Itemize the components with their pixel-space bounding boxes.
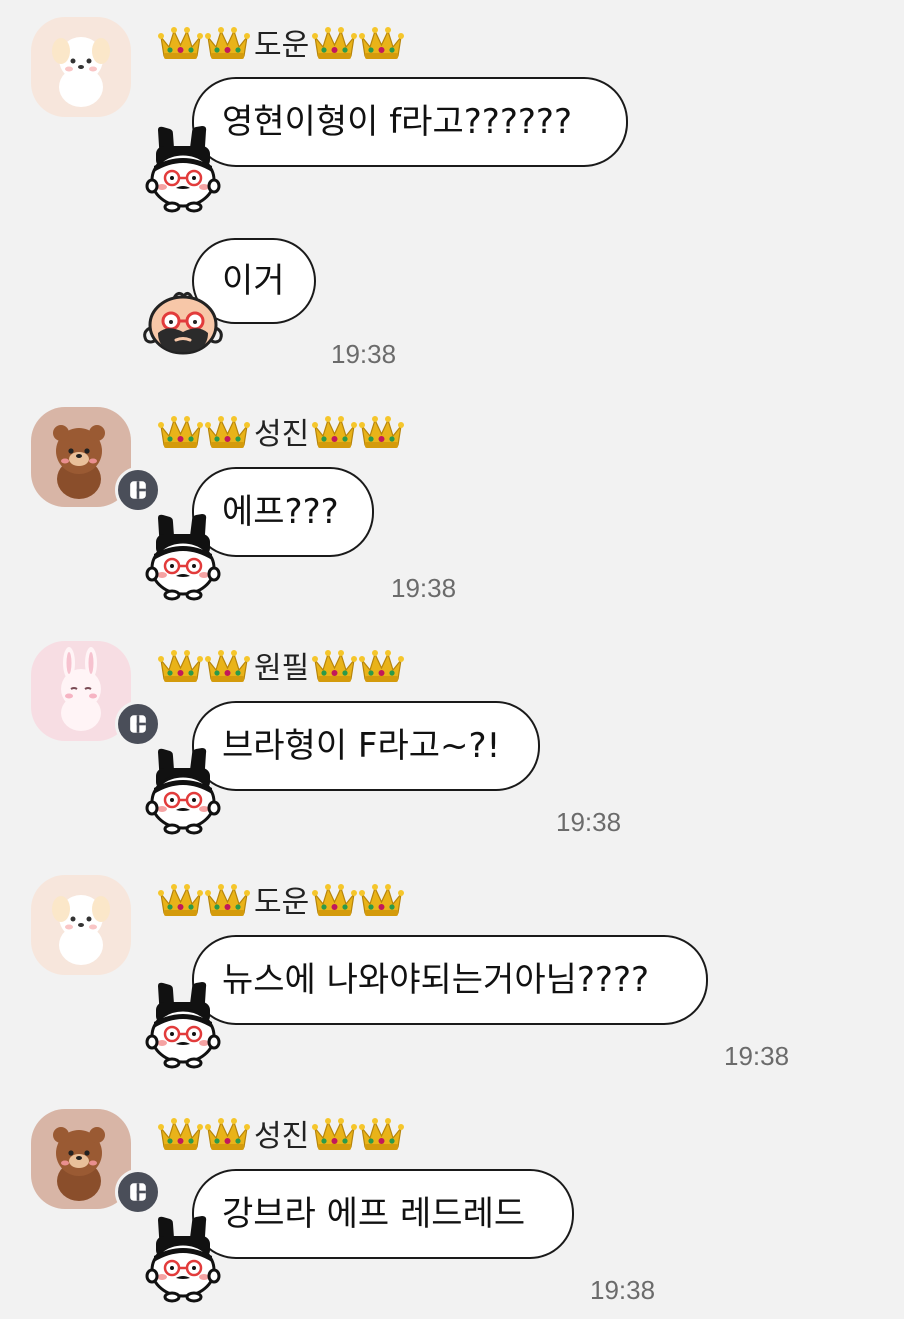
crown-icon xyxy=(359,1114,404,1152)
crown-icon xyxy=(205,1114,250,1152)
crown-icon xyxy=(158,23,203,61)
sender-name-row: 원필 xyxy=(158,643,406,687)
crown-icon xyxy=(312,880,357,918)
sender-name-row: 도운 xyxy=(158,20,406,64)
sender-name: 성진 xyxy=(254,417,310,452)
sender-name-row: 성진 xyxy=(158,409,406,453)
crown-icon xyxy=(205,646,250,684)
crown-icon xyxy=(158,412,203,450)
crown-icon xyxy=(312,23,357,61)
message-timestamp: 19:38 xyxy=(556,807,622,837)
sender-name: 원필 xyxy=(254,651,310,686)
crown-icon xyxy=(158,646,203,684)
message-text: 강브라 에프 레드레드 xyxy=(222,1194,526,1234)
profile-badge xyxy=(115,701,161,747)
message-text: 이거 xyxy=(222,261,285,301)
message-bubble[interactable]: 강브라 에프 레드레드 xyxy=(192,1169,574,1259)
sender-avatar-brown-bear[interactable] xyxy=(31,407,161,513)
crown-icon xyxy=(158,880,203,918)
message-text: 에프??? xyxy=(222,492,339,532)
sender-avatar-pink-bunny[interactable] xyxy=(31,641,161,747)
sender-avatar-white-puppy[interactable] xyxy=(31,875,131,975)
sender-name: 도운 xyxy=(254,885,310,920)
crown-icon xyxy=(205,880,250,918)
crown-icon xyxy=(312,646,357,684)
crown-icon xyxy=(359,880,404,918)
bunny-mascot-sticker xyxy=(138,1214,228,1304)
message-bubble[interactable]: 브라형이 F라고~?! xyxy=(192,701,540,791)
crown-icon xyxy=(359,646,404,684)
sender-name: 도운 xyxy=(254,28,310,63)
crown-icon xyxy=(359,412,404,450)
white-puppy-avatar xyxy=(31,875,131,975)
message-text: 영현이형이 f라고?????? xyxy=(222,102,573,142)
bunny-mascot-sticker xyxy=(138,512,228,602)
bunny-mascot-sticker xyxy=(138,980,228,1070)
crown-icon xyxy=(205,23,250,61)
message-text: 뉴스에 나와야되는거아님???? xyxy=(222,960,650,1000)
badge-icon xyxy=(118,1172,158,1212)
crown-icon xyxy=(158,1114,203,1152)
message-timestamp: 19:38 xyxy=(724,1041,790,1071)
white-puppy-avatar xyxy=(31,17,131,117)
sender-name: 성진 xyxy=(254,1119,310,1154)
crown-icon xyxy=(205,412,250,450)
message-bubble[interactable]: 영현이형이 f라고?????? xyxy=(192,77,628,167)
message-bubble[interactable]: 뉴스에 나와야되는거아님???? xyxy=(192,935,708,1025)
message-text: 브라형이 F라고~?! xyxy=(222,726,501,766)
sender-name-row: 도운 xyxy=(158,877,406,921)
bunny-mascot-sticker xyxy=(138,124,228,214)
message-timestamp: 19:38 xyxy=(391,573,457,603)
mustache-face-sticker xyxy=(138,288,228,358)
crown-icon xyxy=(312,412,357,450)
message-timestamp: 19:38 xyxy=(590,1275,656,1305)
sender-avatar-brown-bear[interactable] xyxy=(31,1109,161,1215)
sender-avatar-white-puppy[interactable] xyxy=(31,17,131,117)
profile-badge xyxy=(115,467,161,513)
badge-icon xyxy=(118,470,158,510)
profile-badge xyxy=(115,1169,161,1215)
crown-icon xyxy=(359,23,404,61)
bunny-mascot-sticker xyxy=(138,746,228,836)
crown-icon xyxy=(312,1114,357,1152)
badge-icon xyxy=(118,704,158,744)
sender-name-row: 성진 xyxy=(158,1111,406,1155)
message-timestamp: 19:38 xyxy=(331,339,397,369)
